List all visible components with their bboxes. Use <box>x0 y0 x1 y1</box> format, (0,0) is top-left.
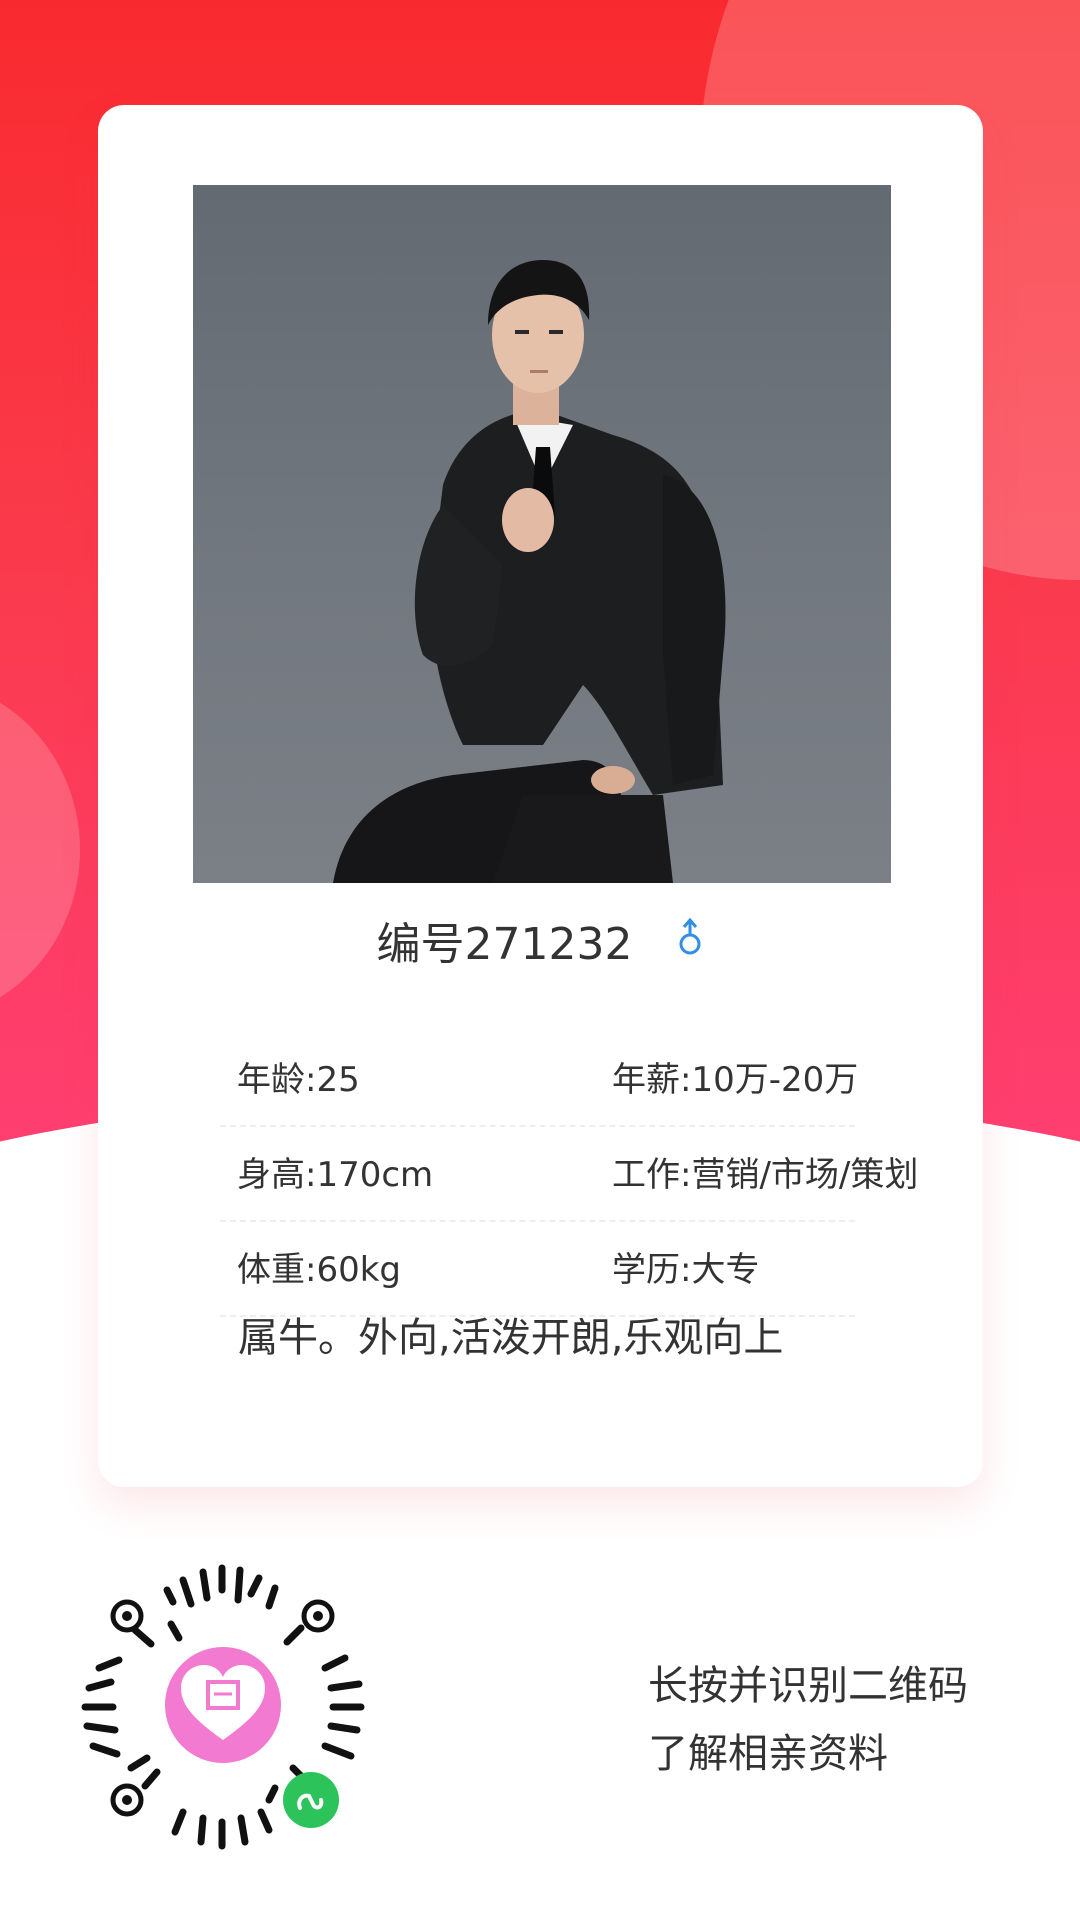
qr-instruction-line: 长按并识别二维码 <box>648 1663 968 1709</box>
age-text: 年龄:25 <box>237 1060 360 1100</box>
info-row: 身高:170cm 工作:营销/市场/策划 <box>220 1128 918 1222</box>
heart-logo-icon <box>165 1647 281 1763</box>
info-row: 年龄:25 年薪:10万-20万 <box>220 1033 859 1127</box>
profile-photo <box>193 185 891 883</box>
job-text: 工作:营销/市场/策划 <box>612 1155 919 1195</box>
qr-instruction-line: 了解相亲资料 <box>648 1731 888 1777</box>
bio-text: 属牛。外向,活泼开朗,乐观向上 <box>238 1315 784 1361</box>
education-text: 学历:大专 <box>612 1250 760 1290</box>
salary-text: 年薪:10万-20万 <box>612 1060 859 1100</box>
male-icon <box>676 915 704 971</box>
person-photo-illustration <box>333 260 726 883</box>
height-text: 身高:170cm <box>237 1155 434 1195</box>
profile-id-row: 编号271232 <box>98 917 983 975</box>
profile-card: 编号271232 年龄:25 年薪:10万-20万 身高:170cm 工作:营销… <box>98 105 983 1487</box>
mini-program-icon <box>283 1772 339 1828</box>
info-row: 体重:60kg 学历:大专 <box>220 1223 855 1317</box>
decorative-circle <box>0 680 80 1020</box>
weight-text: 体重:60kg <box>237 1250 401 1290</box>
qr-code[interactable] <box>75 1560 370 1855</box>
profile-id: 编号271232 <box>376 919 633 970</box>
qr-instructions: 长按并识别二维码 了解相亲资料 <box>648 1652 968 1788</box>
